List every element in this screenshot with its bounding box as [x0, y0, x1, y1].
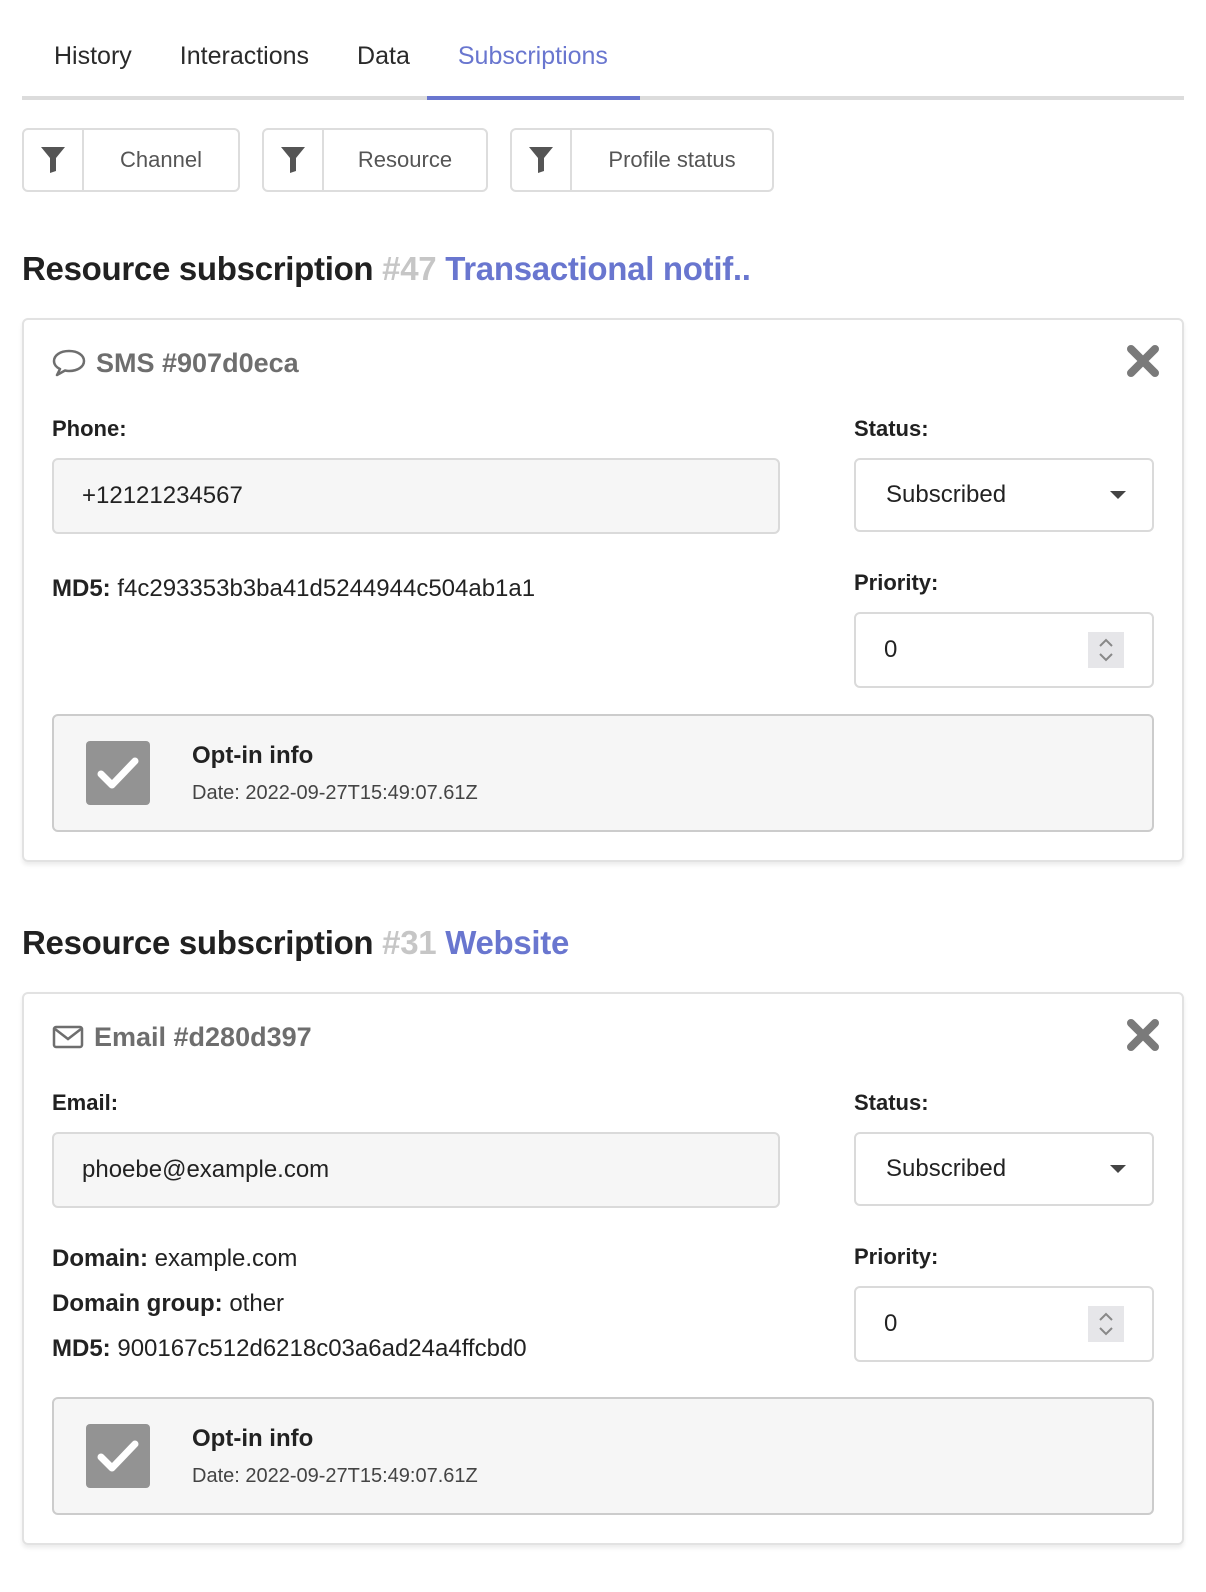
spinner-arrows-icon[interactable]: [1088, 632, 1124, 668]
tab-subscriptions[interactable]: Subscriptions: [426, 0, 641, 100]
tab-history[interactable]: History: [54, 0, 132, 96]
profile-status-filter-button[interactable]: Profile status: [510, 128, 774, 192]
card-header: Email #d280d397: [52, 1020, 1154, 1054]
priority-stepper[interactable]: 0: [854, 612, 1154, 688]
profile-status-filter-label: Profile status: [608, 147, 736, 172]
card-title: SMS #907d0eca: [96, 347, 299, 378]
status-label: Status:: [854, 416, 929, 441]
optin-title: Opt-in info: [192, 1424, 314, 1452]
optin-checkbox[interactable]: [86, 741, 150, 805]
domain-group-value: other: [229, 1290, 285, 1317]
optin-info-box: Opt-in info Date: 2022-09-27T15:49:07.61…: [52, 1397, 1154, 1515]
optin-date: Date: 2022-09-27T15:49:07.61Z: [192, 1464, 478, 1487]
status-select[interactable]: Subscribed: [854, 1132, 1154, 1206]
filter-icon: [512, 130, 572, 190]
resource-name-link[interactable]: Website: [445, 924, 569, 961]
priority-value: 0: [884, 1310, 898, 1337]
md5-key: MD5:: [52, 575, 111, 602]
priority-stepper[interactable]: 0: [854, 1286, 1154, 1362]
phone-label: Phone:: [52, 416, 127, 441]
md5-row: MD5: f4c293353b3ba41d5244944c504ab1a1: [52, 566, 780, 611]
tab-bar: History Interactions Data Subscriptions: [22, 0, 1184, 100]
resource-id: #31: [382, 924, 437, 961]
md5-key: MD5:: [52, 1335, 111, 1362]
filter-bar: Channel Resource Profile status: [22, 128, 1184, 192]
channel-filter-button[interactable]: Channel: [22, 128, 240, 192]
domain-key: Domain:: [52, 1245, 148, 1272]
resource-id: #47: [382, 250, 437, 287]
domain-row: Domain: example.com: [52, 1236, 780, 1281]
md5-value: 900167c512d6218c03a6ad24a4ffcbd0: [117, 1335, 527, 1362]
status-value: Subscribed: [886, 481, 1007, 508]
filter-icon: [24, 130, 84, 190]
card-header: SMS #907d0eca: [52, 346, 1154, 380]
resource-subscription-heading: Resource subscription #31 Website: [22, 924, 1184, 962]
status-label: Status:: [854, 1090, 929, 1115]
tab-interactions[interactable]: Interactions: [180, 0, 309, 96]
resource-filter-button[interactable]: Resource: [262, 128, 488, 192]
filter-icon: [264, 130, 324, 190]
sms-subscription-card: SMS #907d0eca Phone: +12121234567 MD5: f…: [22, 318, 1184, 862]
status-select[interactable]: Subscribed: [854, 458, 1154, 532]
email-label: Email:: [52, 1090, 119, 1115]
optin-title: Opt-in info: [192, 741, 314, 769]
envelope-icon: [52, 1025, 84, 1049]
status-value: Subscribed: [886, 1155, 1007, 1182]
optin-date: Date: 2022-09-27T15:49:07.61Z: [192, 781, 478, 804]
resource-name-link[interactable]: Transactional notif..: [445, 250, 751, 287]
priority-label: Priority:: [854, 1244, 939, 1269]
resource-filter-label: Resource: [357, 147, 453, 172]
close-icon[interactable]: [1126, 1018, 1160, 1052]
spinner-arrows-icon[interactable]: [1088, 1306, 1124, 1342]
subscriptions-page: History Interactions Data Subscriptions …: [0, 0, 1206, 1545]
chat-bubble-icon: [52, 349, 86, 377]
priority-label: Priority:: [854, 570, 939, 595]
email-field[interactable]: phoebe@example.com: [52, 1132, 780, 1208]
domain-value: example.com: [154, 1245, 298, 1272]
caret-down-icon: [1110, 1165, 1126, 1173]
optin-info-box: Opt-in info Date: 2022-09-27T15:49:07.61…: [52, 714, 1154, 832]
domain-group-row: Domain group: other: [52, 1281, 780, 1326]
domain-group-key: Domain group:: [52, 1290, 223, 1317]
close-icon[interactable]: [1126, 344, 1160, 378]
email-subscription-card: Email #d280d397 Email: phoebe@example.co…: [22, 992, 1184, 1545]
tab-data[interactable]: Data: [357, 0, 410, 96]
md5-value: f4c293353b3ba41d5244944c504ab1a1: [117, 575, 536, 602]
md5-row: MD5: 900167c512d6218c03a6ad24a4ffcbd0: [52, 1326, 780, 1371]
heading-text: Resource subscription: [22, 250, 374, 287]
optin-checkbox[interactable]: [86, 1424, 150, 1488]
card-title: Email #d280d397: [94, 1021, 312, 1052]
caret-down-icon: [1110, 491, 1126, 499]
phone-field[interactable]: +12121234567: [52, 458, 780, 534]
heading-text: Resource subscription: [22, 924, 374, 961]
priority-value: 0: [884, 636, 898, 663]
channel-filter-label: Channel: [120, 147, 202, 172]
resource-subscription-heading: Resource subscription #47 Transactional …: [22, 250, 1184, 288]
